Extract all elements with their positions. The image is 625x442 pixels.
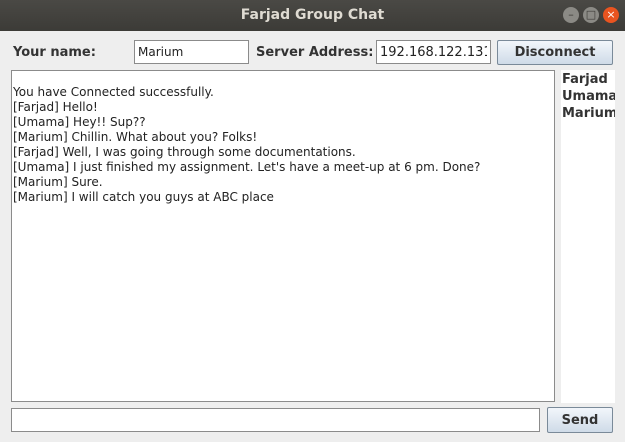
online-users-list: Farjad Umama Marium: [561, 70, 615, 403]
minimize-icon[interactable]: –: [563, 7, 579, 23]
maximize-icon[interactable]: □: [583, 7, 599, 23]
chat-message: You have Connected successfully.: [13, 85, 214, 99]
name-input[interactable]: [134, 40, 249, 64]
chat-message: [Marium] I will catch you guys at ABC pl…: [13, 190, 274, 204]
server-address-label: Server Address:: [256, 45, 374, 60]
chat-message: [Umama] I just finished my assignment. L…: [13, 160, 481, 174]
name-label: Your name:: [13, 45, 96, 60]
chat-window: Farjad Group Chat – □ × Your name: Serve…: [0, 0, 625, 442]
chat-message: [Farjad] Hello!: [13, 100, 98, 114]
message-input[interactable]: [11, 408, 540, 432]
chat-messages-area[interactable]: You have Connected successfully. [Farjad]…: [11, 70, 555, 402]
user-list-item: Umama: [562, 89, 615, 104]
window-title: Farjad Group Chat: [240, 7, 385, 23]
chat-message: [Umama] Hey!! Sup??: [13, 115, 146, 129]
chat-message: [Marium] Sure.: [13, 175, 103, 189]
user-list-item: Marium: [562, 106, 615, 121]
disconnect-button[interactable]: Disconnect: [497, 40, 613, 65]
close-icon[interactable]: ×: [603, 7, 619, 23]
title-bar[interactable]: Farjad Group Chat – □ ×: [0, 0, 625, 31]
send-button[interactable]: Send: [547, 407, 613, 433]
user-list-item: Farjad: [562, 72, 608, 87]
chat-message: [Farjad] Well, I was going through some …: [13, 145, 356, 159]
chat-message: [Marium] Chillin. What about you? Folks!: [13, 130, 258, 144]
server-address-input[interactable]: [376, 40, 491, 64]
